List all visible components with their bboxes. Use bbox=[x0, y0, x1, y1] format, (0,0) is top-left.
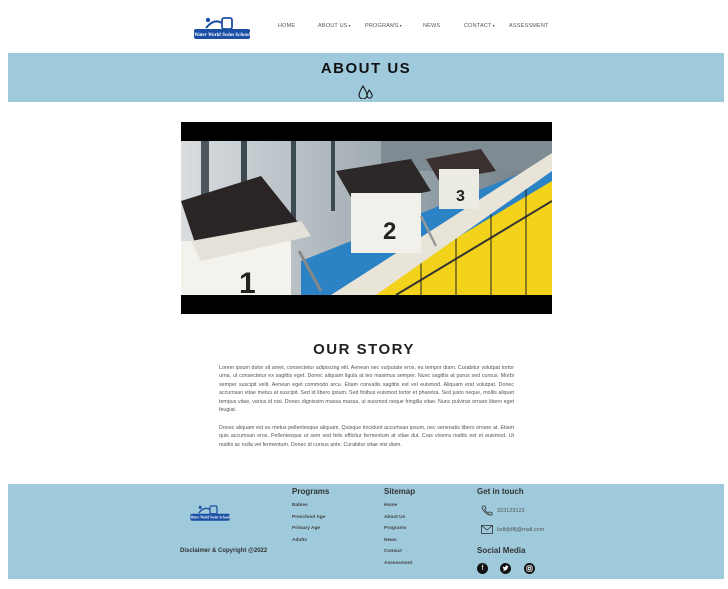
story-paragraph-1: Lorem ipsum dolor sit amet, consectetur … bbox=[219, 365, 514, 414]
contact-phone[interactable]: 323123123 bbox=[481, 505, 525, 516]
disclaimer[interactable]: Disclaimer & Copyright @2022 bbox=[180, 548, 267, 554]
nav-home[interactable]: HOME bbox=[278, 23, 295, 29]
footer-logo-text: Water World Swim School bbox=[191, 516, 230, 520]
nav-news[interactable]: NEWS bbox=[423, 23, 440, 29]
contact-email[interactable]: lsdkfjdlfj@mail.com bbox=[481, 525, 544, 534]
footer-link-babies[interactable]: Babies bbox=[292, 503, 329, 515]
footer-sitemap: Sitemap Home About Us Programs News Cont… bbox=[384, 487, 415, 573]
footer-link-about-us[interactable]: About Us bbox=[384, 515, 415, 527]
footer-link-adults[interactable]: Adults bbox=[292, 538, 329, 550]
footer-link-preschool-age[interactable]: Preschool Age bbox=[292, 515, 329, 527]
footer-contact-title: Get in touch bbox=[477, 487, 524, 496]
page-title: ABOUT US bbox=[320, 60, 412, 77]
chevron-down-icon: ▾ bbox=[492, 23, 495, 28]
story-title: OUR STORY bbox=[313, 341, 415, 358]
main-nav: HOME ABOUT US▾ PROGRAMS▾ NEWS CONTACT▾ A… bbox=[0, 23, 728, 33]
mail-icon bbox=[481, 525, 493, 534]
footer-link-programs[interactable]: Programs bbox=[384, 526, 415, 538]
twitter-icon[interactable] bbox=[500, 563, 511, 574]
footer-link-primary-age[interactable]: Primary Age bbox=[292, 526, 329, 538]
facebook-icon[interactable]: f bbox=[477, 563, 488, 574]
site-header: Water World Swim School HOME ABOUT US▾ P… bbox=[0, 0, 728, 53]
logo-text: Water World Swim School bbox=[194, 32, 250, 38]
footer-link-home[interactable]: Home bbox=[384, 503, 415, 515]
phone-icon bbox=[481, 505, 493, 516]
footer-contact: Get in touch 323123123 lsdkfjdlfj@mail.c… bbox=[477, 487, 544, 574]
block-number-2: 2 bbox=[383, 218, 396, 245]
nav-assessment[interactable]: ASSESSMENT bbox=[509, 23, 549, 29]
nav-programs[interactable]: PROGRAMS▾ bbox=[365, 23, 402, 29]
footer-programs: Programs Babies Preschool Age Primary Ag… bbox=[292, 487, 329, 549]
nav-contact[interactable]: CONTACT▾ bbox=[464, 23, 495, 29]
chevron-down-icon: ▾ bbox=[348, 23, 351, 28]
chevron-down-icon: ▾ bbox=[399, 23, 402, 28]
page-banner: ABOUT US bbox=[8, 53, 724, 102]
footer-programs-title: Programs bbox=[292, 487, 330, 496]
footer-sitemap-title: Sitemap bbox=[384, 487, 416, 496]
footer-link-assessment[interactable]: Assessment bbox=[384, 561, 415, 573]
footer-link-news[interactable]: News bbox=[384, 538, 415, 550]
nav-about-us[interactable]: ABOUT US▾ bbox=[318, 23, 351, 29]
footer-logo[interactable]: Water World Swim School bbox=[189, 503, 231, 523]
hero-image: 3 2 1 bbox=[181, 122, 552, 314]
story-paragraph-2: Donec aliquam est eu metus pellentesque … bbox=[219, 425, 514, 448]
site-footer: Water World Swim School Disclaimer & Cop… bbox=[8, 484, 724, 579]
block-number-1: 1 bbox=[239, 267, 256, 295]
block-number-3: 3 bbox=[456, 188, 465, 205]
social-media-title: Social Media bbox=[477, 546, 526, 555]
water-drops-icon bbox=[358, 85, 373, 99]
swimming-starting-blocks-image: 3 2 1 bbox=[181, 141, 552, 295]
email-address: lsdkfjdlfj@mail.com bbox=[497, 526, 545, 533]
phone-number: 323123123 bbox=[497, 507, 525, 514]
instagram-icon[interactable] bbox=[524, 563, 535, 574]
footer-link-contact[interactable]: Contact bbox=[384, 549, 415, 561]
